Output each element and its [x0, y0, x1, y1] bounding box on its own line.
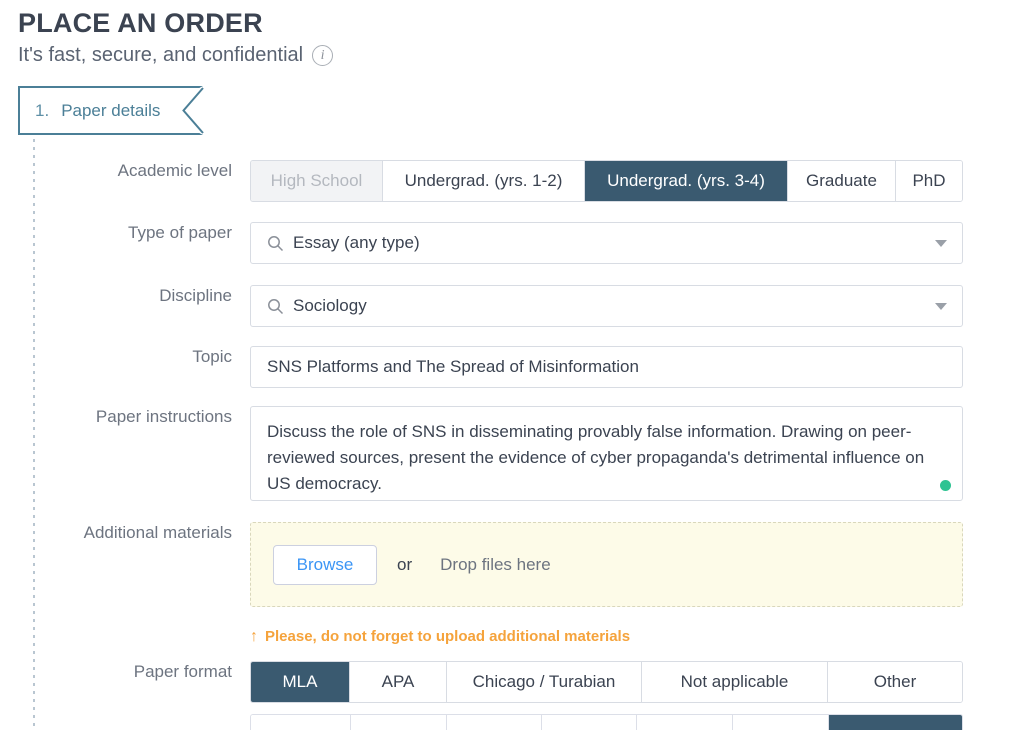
valid-status-dot-icon [940, 480, 951, 491]
academic-level-option-phd[interactable]: PhD [896, 161, 962, 201]
discipline-value: Sociology [293, 296, 367, 315]
step-number: 1. [35, 100, 50, 120]
upload-warning-text: Please, do not forget to upload addition… [265, 628, 631, 645]
paper-format-option-mla[interactable]: MLA [251, 662, 350, 702]
next-option-2[interactable] [351, 715, 447, 730]
field-discipline: Sociology [250, 285, 966, 327]
file-dropzone[interactable]: Browse or Drop files here [250, 522, 963, 607]
dropzone-hint: Drop files here [440, 554, 551, 574]
row-topic: Topic SNS Platforms and The Spread of Mi… [0, 346, 966, 388]
academic-level-option-high-school: High School [251, 161, 383, 201]
academic-level-option-graduate[interactable]: Graduate [788, 161, 896, 201]
info-icon[interactable]: i [312, 44, 334, 66]
paper-format-option-apa[interactable]: APA [350, 662, 447, 702]
dropzone-or-label: or [397, 554, 413, 574]
search-icon [267, 235, 284, 252]
next-segmented-control-partial[interactable] [250, 714, 963, 730]
next-option-5[interactable] [637, 715, 733, 730]
paper-format-option-chicago-turabian[interactable]: Chicago / Turabian [447, 662, 642, 702]
next-option-4[interactable] [542, 715, 637, 730]
label-additional-materials: Additional materials [83, 523, 232, 542]
label-paper-format: Paper format [133, 662, 232, 681]
type-of-paper-value: Essay (any type) [293, 233, 420, 252]
page-subtitle-row: It's fast, secure, and confidential i [18, 42, 334, 68]
row-paper-instructions: Paper instructions Discuss the role of S… [0, 406, 966, 501]
paper-format-option-other[interactable]: Other [828, 662, 962, 702]
academic-level-option-undergrad-3-4[interactable]: Undergrad. (yrs. 3-4) [585, 161, 788, 201]
field-academic-level: High School Undergrad. (yrs. 1-2) Underg… [250, 160, 966, 202]
row-academic-level: Academic level High School Undergrad. (y… [0, 160, 966, 202]
label-topic: Topic [192, 347, 232, 366]
page-subtitle: It's fast, secure, and confidential [18, 44, 304, 66]
label-discipline: Discipline [159, 286, 232, 305]
next-option-3[interactable] [447, 715, 542, 730]
row-type-of-paper: Type of paper Essay (any type) [0, 222, 966, 264]
field-next-partial [250, 714, 966, 730]
discipline-select[interactable]: Sociology [250, 285, 963, 327]
row-paper-format: Paper format MLA APA Chicago / Turabian … [0, 661, 966, 703]
academic-level-segmented-control[interactable]: High School Undergrad. (yrs. 1-2) Underg… [250, 160, 963, 202]
page-header: PLACE AN ORDER It's fast, secure, and co… [18, 6, 334, 68]
label-type-of-paper: Type of paper [128, 223, 232, 242]
row-discipline: Discipline Sociology [0, 285, 966, 327]
up-arrow-icon: ↑ [250, 627, 258, 645]
row-next-partial [0, 714, 966, 730]
next-option-7-selected[interactable] [829, 715, 962, 730]
browse-button[interactable]: Browse [273, 544, 377, 585]
topic-input[interactable]: SNS Platforms and The Spread of Misinfor… [250, 346, 963, 388]
search-icon [267, 298, 284, 315]
paper-instructions-value: Discuss the role of SNS in disseminating… [267, 422, 925, 493]
page-title: PLACE AN ORDER [18, 8, 263, 38]
step-tab-paper-details[interactable]: 1. Paper details [18, 86, 203, 135]
upload-warning: ↑ Please, do not forget to upload additi… [250, 628, 966, 645]
chevron-down-icon[interactable] [935, 240, 947, 247]
academic-level-option-undergrad-1-2[interactable]: Undergrad. (yrs. 1-2) [383, 161, 585, 201]
step-label: Paper details [61, 100, 161, 120]
field-additional-materials: Browse or Drop files here ↑ Please, do n… [250, 522, 966, 645]
label-academic-level: Academic level [117, 161, 232, 180]
paper-format-option-not-applicable[interactable]: Not applicable [642, 662, 828, 702]
type-of-paper-select[interactable]: Essay (any type) [250, 222, 963, 264]
field-paper-instructions: Discuss the role of SNS in disseminating… [250, 406, 966, 501]
next-option-1[interactable] [251, 715, 351, 730]
field-topic: SNS Platforms and The Spread of Misinfor… [250, 346, 966, 388]
field-paper-format: MLA APA Chicago / Turabian Not applicabl… [250, 661, 966, 703]
paper-format-segmented-control[interactable]: MLA APA Chicago / Turabian Not applicabl… [250, 661, 963, 703]
row-additional-materials: Additional materials Browse or Drop file… [0, 522, 966, 645]
paper-instructions-textarea[interactable]: Discuss the role of SNS in disseminating… [250, 406, 963, 501]
next-option-6[interactable] [733, 715, 829, 730]
label-next-partial [0, 714, 250, 730]
field-type-of-paper: Essay (any type) [250, 222, 966, 264]
order-form-page: PLACE AN ORDER It's fast, secure, and co… [0, 0, 1026, 730]
chevron-down-icon[interactable] [935, 303, 947, 310]
label-paper-instructions: Paper instructions [95, 407, 232, 426]
